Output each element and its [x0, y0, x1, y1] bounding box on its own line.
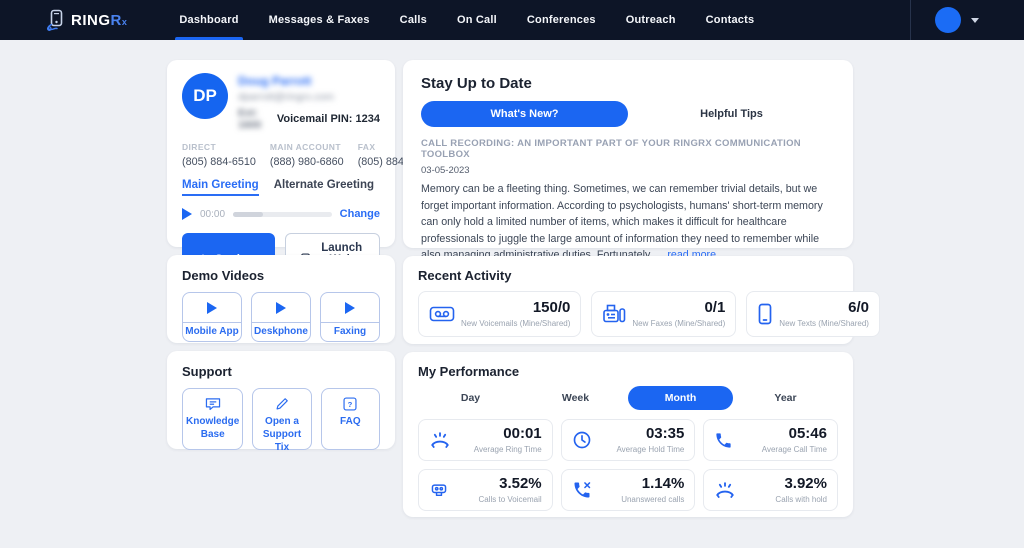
my-performance-card: My Performance Day Week Month Year: [403, 352, 853, 517]
avatar: DP: [182, 73, 228, 119]
nav-item-calls[interactable]: Calls: [400, 0, 427, 40]
calls-with-hold-stat: 3.92% Calls with hold: [703, 469, 838, 511]
voicemail-phone-icon: [429, 481, 449, 499]
user-extension: Ext: 1600: [238, 107, 265, 131]
svg-text:?: ?: [348, 400, 353, 409]
average-call-time-stat: 05:46 Average Call Time: [703, 419, 838, 461]
calls-to-voicemail-stat: 3.52% Calls to Voicemail: [418, 469, 553, 511]
ringing-phone-icon: [429, 430, 451, 450]
change-greeting-link[interactable]: Change: [340, 208, 380, 220]
chat-bubble-icon: [205, 397, 221, 411]
user-avatar[interactable]: [935, 7, 961, 33]
my-performance-title: My Performance: [418, 364, 838, 379]
audio-progress-fill: [233, 212, 263, 217]
nav-item-dashboard[interactable]: Dashboard: [179, 0, 238, 40]
play-icon: [276, 302, 286, 314]
tab-alternate-greeting[interactable]: Alternate Greeting: [274, 179, 374, 196]
play-icon: [207, 302, 217, 314]
demo-video-faxing[interactable]: Faxing: [320, 292, 380, 342]
audio-progress-bar[interactable]: [233, 212, 332, 217]
support-title: Support: [182, 364, 380, 379]
new-texts-stat[interactable]: 6/0 New Texts (Mine/Shared): [746, 291, 880, 337]
nav-item-messages-faxes[interactable]: Messages & Faxes: [269, 0, 370, 40]
news-title: Stay Up to Date: [421, 75, 835, 92]
play-icon: [345, 302, 355, 314]
demo-video-mobile-app[interactable]: Mobile App: [182, 292, 242, 342]
demo-video-deskphone[interactable]: Deskphone: [251, 292, 311, 342]
article-body: Memory can be a fleeting thing. Sometime…: [421, 181, 835, 264]
nav-item-contacts[interactable]: Contacts: [706, 0, 755, 40]
missed-call-icon: [572, 480, 592, 500]
hold-phone-icon: [714, 480, 736, 500]
phone-direct: DIRECT (805) 884-6510: [182, 142, 256, 168]
profile-card: DP Doug Parrott dparrott@ringrx.com Ext:…: [167, 60, 395, 247]
navbar-divider: [910, 0, 911, 40]
play-icon[interactable]: [182, 208, 192, 220]
user-name: Doug Parrott: [238, 74, 380, 88]
fax-icon: [602, 303, 626, 325]
phone-handset-icon: [714, 431, 733, 450]
pencil-icon: [275, 397, 289, 411]
voicemail-icon: [429, 304, 455, 324]
article-date: 03-05-2023: [421, 165, 835, 176]
new-faxes-stat[interactable]: 0/1 New Faxes (Mine/Shared): [591, 291, 736, 337]
average-hold-time-stat: 03:35 Average Hold Time: [561, 419, 696, 461]
chevron-down-icon[interactable]: [971, 18, 979, 23]
brand-logo[interactable]: RINGRx: [45, 9, 127, 31]
smartphone-icon: [757, 303, 773, 325]
faq-button[interactable]: ? FAQ: [321, 388, 380, 450]
tab-year[interactable]: Year: [733, 392, 838, 404]
nav-item-on-call[interactable]: On Call: [457, 0, 497, 40]
new-voicemails-stat[interactable]: 150/0 New Voicemails (Mine/Shared): [418, 291, 581, 337]
open-support-ticket-button[interactable]: Open a Support Tix: [252, 388, 311, 450]
nav-item-conferences[interactable]: Conferences: [527, 0, 596, 40]
ringrx-phone-logo-icon: [45, 9, 65, 31]
phone-main-account: MAIN ACCOUNT (888) 980-6860: [270, 142, 344, 168]
article-title: CALL RECORDING: AN IMPORTANT PART OF YOU…: [421, 138, 835, 160]
knowledge-base-button[interactable]: Knowledge Base: [182, 388, 243, 450]
main-navigation: Dashboard Messages & Faxes Calls On Call…: [179, 0, 754, 40]
nav-item-outreach[interactable]: Outreach: [626, 0, 676, 40]
clock-icon: [572, 430, 592, 450]
demo-videos-card: Demo Videos Mobile App Deskphone Faxing: [167, 255, 395, 343]
tab-week[interactable]: Week: [523, 392, 628, 404]
tab-main-greeting[interactable]: Main Greeting: [182, 179, 259, 196]
recent-activity-card: Recent Activity 150/0 New Voicemails (Mi…: [403, 256, 853, 344]
average-ring-time-stat: 00:01 Average Ring Time: [418, 419, 553, 461]
brand-wordmark: RINGRx: [71, 12, 127, 29]
top-navbar: RINGRx Dashboard Messages & Faxes Calls …: [0, 0, 1024, 40]
stay-up-to-date-card: Stay Up to Date What's New? Helpful Tips…: [403, 60, 853, 248]
demo-videos-title: Demo Videos: [182, 268, 380, 283]
unanswered-calls-stat: 1.14% Unanswered calls: [561, 469, 696, 511]
support-card: Support Knowledge Base: [167, 351, 395, 449]
user-email: dparrott@ringrx.com: [238, 91, 380, 103]
recent-activity-title: Recent Activity: [418, 268, 838, 283]
tab-whats-new[interactable]: What's New?: [421, 101, 628, 127]
tab-month[interactable]: Month: [628, 386, 733, 410]
voicemail-pin: Voicemail PIN: 1234: [277, 113, 380, 125]
tab-day[interactable]: Day: [418, 392, 523, 404]
tab-helpful-tips[interactable]: Helpful Tips: [628, 108, 835, 120]
player-time: 00:00: [200, 209, 225, 220]
question-mark-icon: ?: [343, 397, 357, 411]
